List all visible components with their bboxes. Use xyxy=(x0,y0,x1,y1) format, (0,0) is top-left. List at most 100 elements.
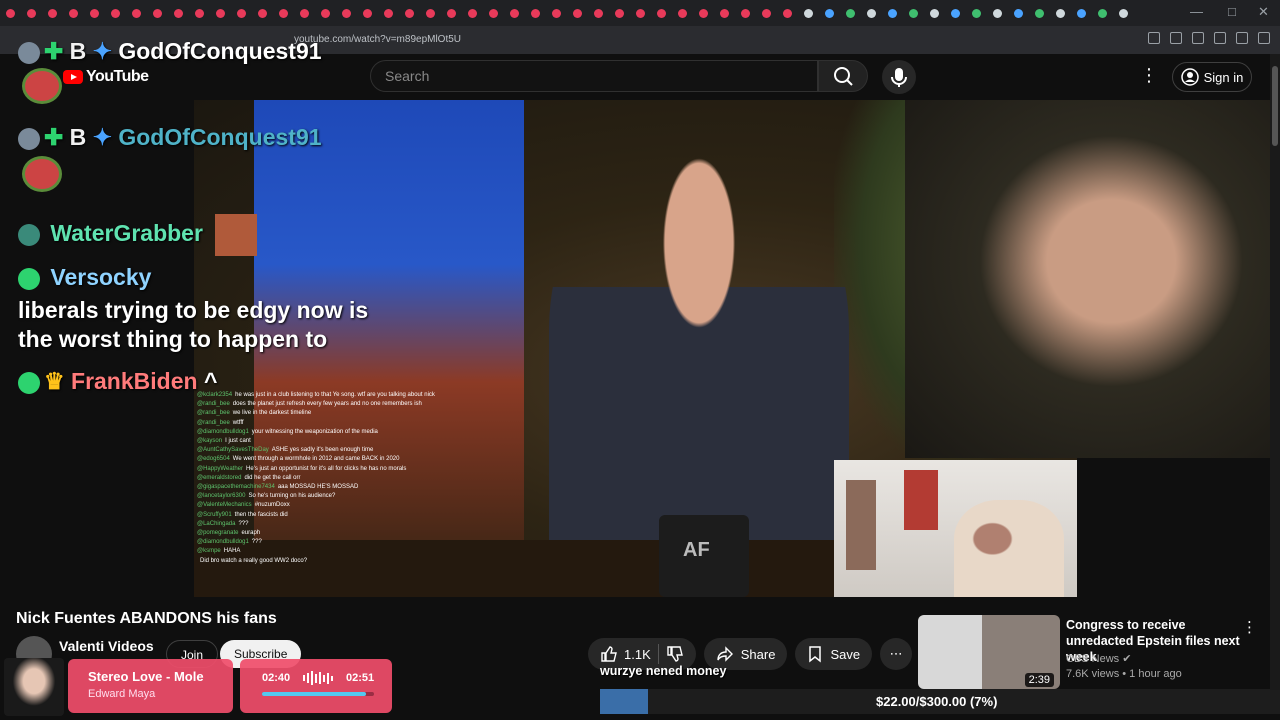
browser-tab[interactable] xyxy=(840,0,861,26)
browser-tab[interactable] xyxy=(735,0,756,26)
browser-tab[interactable] xyxy=(1092,0,1113,26)
browser-tab[interactable] xyxy=(588,0,609,26)
browser-tab[interactable] xyxy=(399,0,420,26)
browser-tab[interactable] xyxy=(378,0,399,26)
browser-tab[interactable] xyxy=(273,0,294,26)
channel-name[interactable]: Valenti Videos xyxy=(59,638,154,654)
browser-tab[interactable] xyxy=(1113,0,1134,26)
recommended-menu-icon[interactable]: ⋮ xyxy=(1242,618,1257,636)
browser-tab[interactable] xyxy=(609,0,630,26)
browser-tab[interactable] xyxy=(567,0,588,26)
browser-tab[interactable] xyxy=(42,0,63,26)
browser-tab[interactable] xyxy=(525,0,546,26)
chat-row-text: So he's turning on his audience? xyxy=(248,493,336,500)
browser-tab[interactable] xyxy=(336,0,357,26)
chat-line-user3: Versocky xyxy=(18,264,151,291)
streamer-webcam xyxy=(905,100,1280,458)
close-window-icon[interactable]: ✕ xyxy=(1258,4,1269,20)
browser-tab[interactable] xyxy=(231,0,252,26)
browser-tab[interactable] xyxy=(756,0,777,26)
media-icon[interactable] xyxy=(1170,32,1182,44)
browser-tab[interactable] xyxy=(777,0,798,26)
sign-in-button[interactable]: Sign in xyxy=(1172,62,1252,92)
page-scrollbar[interactable] xyxy=(1270,54,1280,690)
search-input[interactable]: Search xyxy=(370,60,818,92)
browser-tab[interactable] xyxy=(903,0,924,26)
browser-tab[interactable] xyxy=(0,0,21,26)
chat-row-user: @randi_bee xyxy=(197,419,230,426)
voice-search-button[interactable] xyxy=(882,60,916,94)
search-button[interactable] xyxy=(818,60,868,92)
browser-tab[interactable] xyxy=(798,0,819,26)
browser-tab[interactable] xyxy=(210,0,231,26)
chat-line-user1-repeat: ✚ B ✦ GodOfConquest91 xyxy=(18,124,322,151)
browser-tab[interactable] xyxy=(84,0,105,26)
browser-tab[interactable] xyxy=(924,0,945,26)
browser-tab[interactable] xyxy=(315,0,336,26)
youtube-logo[interactable]: YouTube xyxy=(63,68,149,86)
browser-tab[interactable] xyxy=(441,0,462,26)
browser-tab[interactable] xyxy=(1071,0,1092,26)
browser-tab[interactable] xyxy=(483,0,504,26)
browser-tab[interactable] xyxy=(462,0,483,26)
browser-tab[interactable] xyxy=(21,0,42,26)
tab-favicon-icon xyxy=(510,8,519,18)
recommended-thumbnail[interactable]: 2:39 xyxy=(918,615,1060,689)
browser-tab[interactable] xyxy=(714,0,735,26)
sidebar-icon[interactable] xyxy=(1192,32,1204,44)
song-info-panel xyxy=(68,659,233,713)
browser-tab[interactable] xyxy=(882,0,903,26)
browser-tab[interactable] xyxy=(819,0,840,26)
chat-row-text: I just cant xyxy=(225,438,251,445)
url-field[interactable]: youtube.com/watch?v=m89epMlOt5U xyxy=(276,30,996,50)
browser-tab[interactable] xyxy=(105,0,126,26)
tab-favicon-icon xyxy=(615,8,624,18)
like-button[interactable]: 1.1K xyxy=(600,645,651,663)
browser-tab[interactable] xyxy=(987,0,1008,26)
thumbs-down-icon[interactable] xyxy=(666,645,684,663)
tab-favicon-icon xyxy=(636,8,645,18)
save-button[interactable]: Save xyxy=(795,638,873,670)
browser-tab[interactable] xyxy=(546,0,567,26)
browser-tab[interactable] xyxy=(672,0,693,26)
chat-username: GodOfConquest91 xyxy=(118,38,322,64)
browser-tab[interactable] xyxy=(1050,0,1071,26)
maximize-icon[interactable]: □ xyxy=(1228,4,1236,19)
browser-tab[interactable] xyxy=(651,0,672,26)
minimize-icon[interactable]: — xyxy=(1190,4,1203,19)
browser-tab[interactable] xyxy=(357,0,378,26)
browser-tab[interactable] xyxy=(420,0,441,26)
scrollbar-thumb[interactable] xyxy=(1272,66,1278,146)
chat-row-user: @ValenteMechanics xyxy=(197,502,252,509)
browser-tab[interactable] xyxy=(861,0,882,26)
browser-tab[interactable] xyxy=(189,0,210,26)
browser-tab[interactable] xyxy=(168,0,189,26)
browser-tab[interactable] xyxy=(966,0,987,26)
extensions-icon[interactable] xyxy=(1148,32,1160,44)
settings-kebab-icon[interactable]: ⋮ xyxy=(1140,66,1158,84)
tab-favicon-icon xyxy=(594,8,603,18)
browser-tab[interactable] xyxy=(63,0,84,26)
browser-tab[interactable] xyxy=(294,0,315,26)
chat-row-user: @lancetaylor6300 xyxy=(197,493,246,500)
browser-tab[interactable] xyxy=(504,0,525,26)
browser-tab[interactable] xyxy=(693,0,714,26)
video-title: Nick Fuentes ABANDONS his fans xyxy=(16,610,277,627)
browser-tab[interactable] xyxy=(147,0,168,26)
profile-icon[interactable] xyxy=(1236,32,1248,44)
chat-row-user: @randi_bee xyxy=(197,410,230,417)
browser-tab[interactable] xyxy=(1029,0,1050,26)
sword-icon: ✦ xyxy=(92,38,112,64)
tab-search-icon[interactable] xyxy=(1214,32,1226,44)
menu-icon[interactable] xyxy=(1258,32,1270,44)
tab-favicon-icon xyxy=(111,8,120,18)
browser-tab[interactable] xyxy=(126,0,147,26)
more-actions-button[interactable]: ⋯ xyxy=(880,638,913,670)
recommended-channel[interactable]: CBS News ✔ xyxy=(1066,652,1131,665)
donation-goal-text: $22.00/$300.00 (7%) xyxy=(876,694,998,709)
browser-tab[interactable] xyxy=(630,0,651,26)
browser-tab[interactable] xyxy=(1008,0,1029,26)
share-label: Share xyxy=(740,646,776,662)
browser-tab[interactable] xyxy=(945,0,966,26)
browser-tab[interactable] xyxy=(252,0,273,26)
